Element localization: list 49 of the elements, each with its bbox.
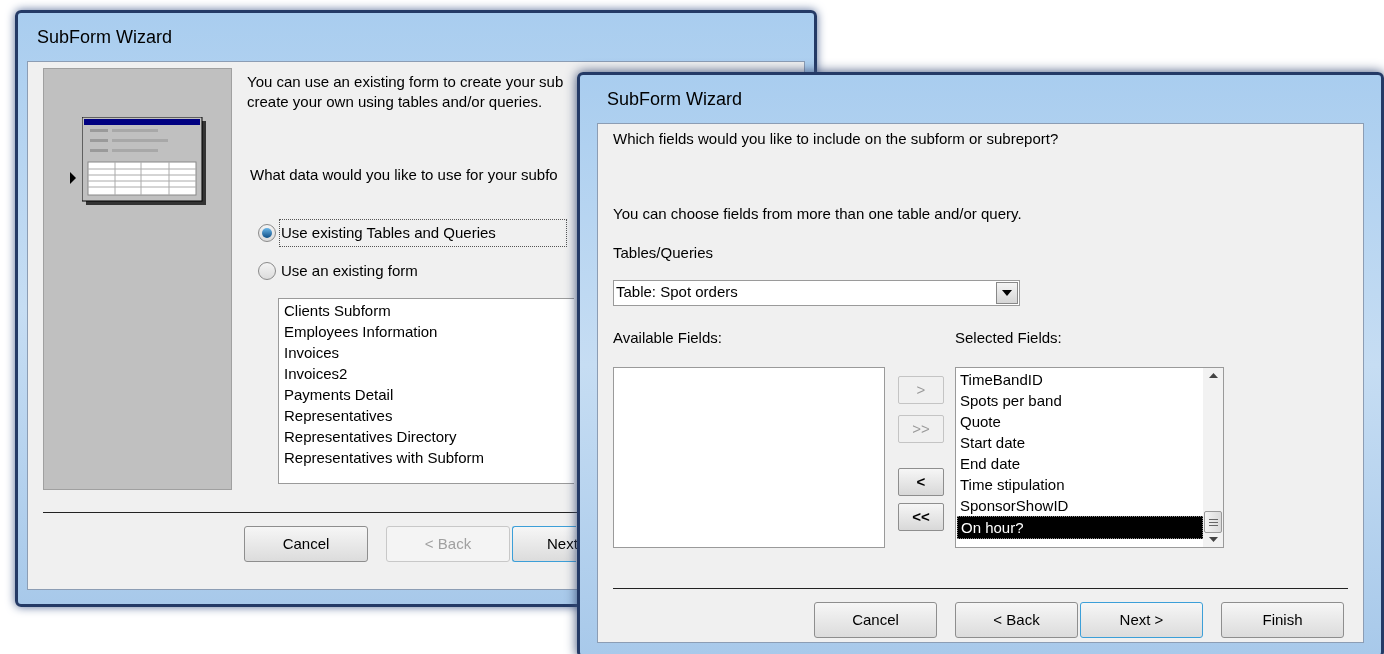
list-item[interactable]: Representatives Directory: [284, 425, 574, 447]
list-item[interactable]: Start date: [957, 432, 1203, 453]
radio-label[interactable]: Use existing Tables and Queries: [279, 218, 567, 247]
list-item[interactable]: Time stipulation: [957, 474, 1203, 495]
wizard-button[interactable]: Next >: [1080, 602, 1203, 638]
list-item[interactable]: Quote: [957, 411, 1203, 432]
wizard-button[interactable]: Cancel: [814, 602, 937, 638]
hint-text: You can choose fields from more than one table and/or query.: [613, 203, 1023, 224]
window-title: SubForm Wizard: [607, 87, 743, 111]
scroll-up-icon[interactable]: [1208, 373, 1218, 378]
field-label: Tables/Queries: [613, 243, 715, 263]
radio-button[interactable]: [258, 262, 276, 281]
list-item[interactable]: Representatives: [284, 404, 574, 426]
list-item[interactable]: Employees Information: [284, 320, 574, 342]
move-button[interactable]: <<: [898, 503, 944, 531]
radio-button[interactable]: [258, 223, 276, 242]
pointer-icon: [70, 172, 76, 184]
wizard-button[interactable]: Finish: [1221, 602, 1344, 638]
intro-text: create your own using tables and/or queries.: [247, 92, 544, 112]
field-label: Selected Fields:: [955, 327, 1062, 348]
list-item[interactable]: SponsorShowID: [957, 495, 1203, 516]
question-text: What data would you like to use for your subfo: [250, 165, 559, 185]
selected-fields-list[interactable]: TimeBandID Spots per band Quote Start date End date Time stipulation SponsorShowID On hour?: [955, 367, 1224, 548]
scroll-down-icon[interactable]: [1208, 537, 1218, 542]
forms-list[interactable]: Clients Subform Employees Information Invoices Invoices2 Payments Detail Representatives Representatives Directory Representatives with Subform: [278, 297, 574, 484]
wizard-button[interactable]: Next: [512, 526, 576, 562]
question-text: Which fields would you like to include on the subform or subreport?: [613, 129, 1060, 149]
list-item[interactable]: Clients Subform: [284, 299, 574, 321]
radio-label[interactable]: Use an existing form: [279, 257, 420, 286]
list-item[interactable]: Invoices2: [284, 362, 574, 384]
intro-text: You can use an existing form to create your sub: [247, 72, 565, 92]
list-item[interactable]: On hour?: [957, 516, 1203, 539]
available-fields-list[interactable]: [613, 367, 885, 548]
dropdown-button[interactable]: [996, 281, 1018, 304]
caret-icon: [1002, 289, 1012, 296]
list-item[interactable]: Spots per band: [957, 390, 1203, 411]
tables-dropdown[interactable]: Table: Spot orders: [613, 279, 1020, 306]
wizard-button[interactable]: < Back: [955, 602, 1078, 638]
wizard-button[interactable]: Cancel: [244, 526, 368, 562]
scrollbar-thumb[interactable]: [1204, 511, 1222, 533]
list-item[interactable]: TimeBandID: [957, 369, 1203, 390]
list-item[interactable]: Payments Detail: [284, 383, 574, 405]
move-button[interactable]: <: [898, 468, 944, 496]
list-item[interactable]: End date: [957, 453, 1203, 474]
field-label: Available Fields:: [613, 327, 723, 348]
list-item[interactable]: Representatives with Subform: [284, 446, 574, 468]
list-item[interactable]: Invoices: [284, 341, 574, 363]
scrollbar[interactable]: [1203, 368, 1223, 547]
window-title: SubForm Wizard: [37, 25, 173, 49]
